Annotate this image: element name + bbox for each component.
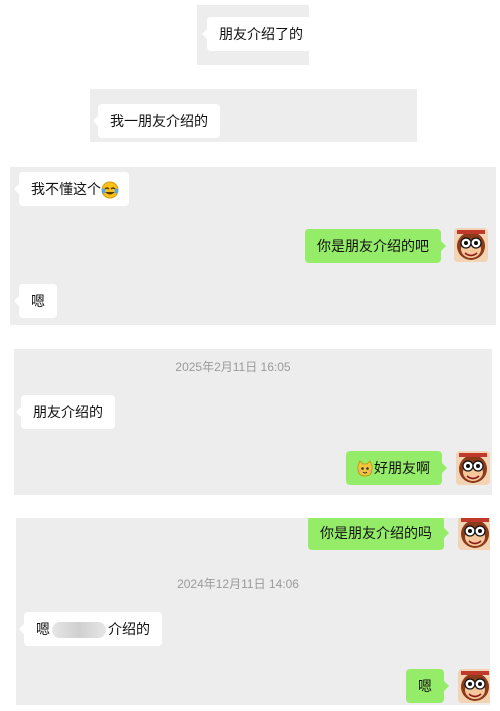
chat-snippet-2: 我一朋友介绍的 bbox=[90, 89, 417, 142]
message-text-suffix: 介绍的 bbox=[108, 621, 150, 637]
chat-snippet-4: 2025年2月11日 16:05 朋友介绍的 好朋友啊 bbox=[14, 349, 492, 495]
monkey-avatar-icon[interactable] bbox=[458, 518, 490, 550]
message-text-prefix: 嗯 bbox=[36, 621, 50, 637]
laughing-tears-emoji-icon bbox=[101, 181, 119, 199]
message-bubble-outgoing[interactable]: 你是朋友介绍的吗 bbox=[308, 518, 449, 550]
redacted-text-blur bbox=[52, 622, 106, 639]
chat-snippet-1: 朋友介绍了的 bbox=[197, 5, 309, 65]
message-bubble-incoming[interactable]: 我不懂这个 bbox=[14, 172, 129, 206]
monkey-avatar-icon[interactable] bbox=[456, 451, 490, 485]
message-text: 我一朋友介绍的 bbox=[110, 113, 208, 129]
message-timestamp: 2024年12月11日 14:06 bbox=[177, 577, 299, 591]
message-bubble-incoming[interactable]: 嗯 介绍的 bbox=[19, 612, 162, 646]
message-text: 好朋友啊 bbox=[374, 460, 430, 476]
cat-face-emoji-icon bbox=[356, 460, 374, 478]
message-bubble-outgoing[interactable]: 嗯 bbox=[406, 669, 449, 703]
message-timestamp: 2025年2月11日 16:05 bbox=[175, 360, 291, 374]
message-text: 朋友介绍了的 bbox=[219, 26, 303, 42]
message-text: 你是朋友介绍的吧 bbox=[317, 238, 429, 254]
message-text: 嗯 bbox=[418, 678, 432, 694]
message-text: 我不懂这个 bbox=[31, 181, 101, 197]
monkey-avatar-icon[interactable] bbox=[454, 228, 488, 262]
message-bubble-incoming[interactable]: 朋友介绍了的 bbox=[202, 17, 309, 51]
message-text: 朋友介绍的 bbox=[33, 404, 103, 420]
message-text: 你是朋友介绍的吗 bbox=[320, 525, 432, 541]
monkey-avatar-icon[interactable] bbox=[458, 669, 490, 703]
chat-snippet-3: 我不懂这个 你是朋友介绍的吧 嗯 bbox=[10, 167, 496, 325]
message-bubble-incoming[interactable]: 我一朋友介绍的 bbox=[93, 104, 220, 138]
message-bubble-outgoing[interactable]: 你是朋友介绍的吧 bbox=[305, 229, 446, 263]
message-bubble-incoming[interactable]: 朋友介绍的 bbox=[16, 395, 115, 429]
message-bubble-outgoing[interactable]: 好朋友啊 bbox=[346, 451, 447, 485]
chat-snippet-5: 你是朋友介绍的吗 2024年12月11日 14:06 嗯 介绍的 嗯 bbox=[16, 518, 490, 705]
message-bubble-incoming[interactable]: 嗯 bbox=[14, 284, 57, 318]
message-text: 嗯 bbox=[31, 293, 45, 309]
